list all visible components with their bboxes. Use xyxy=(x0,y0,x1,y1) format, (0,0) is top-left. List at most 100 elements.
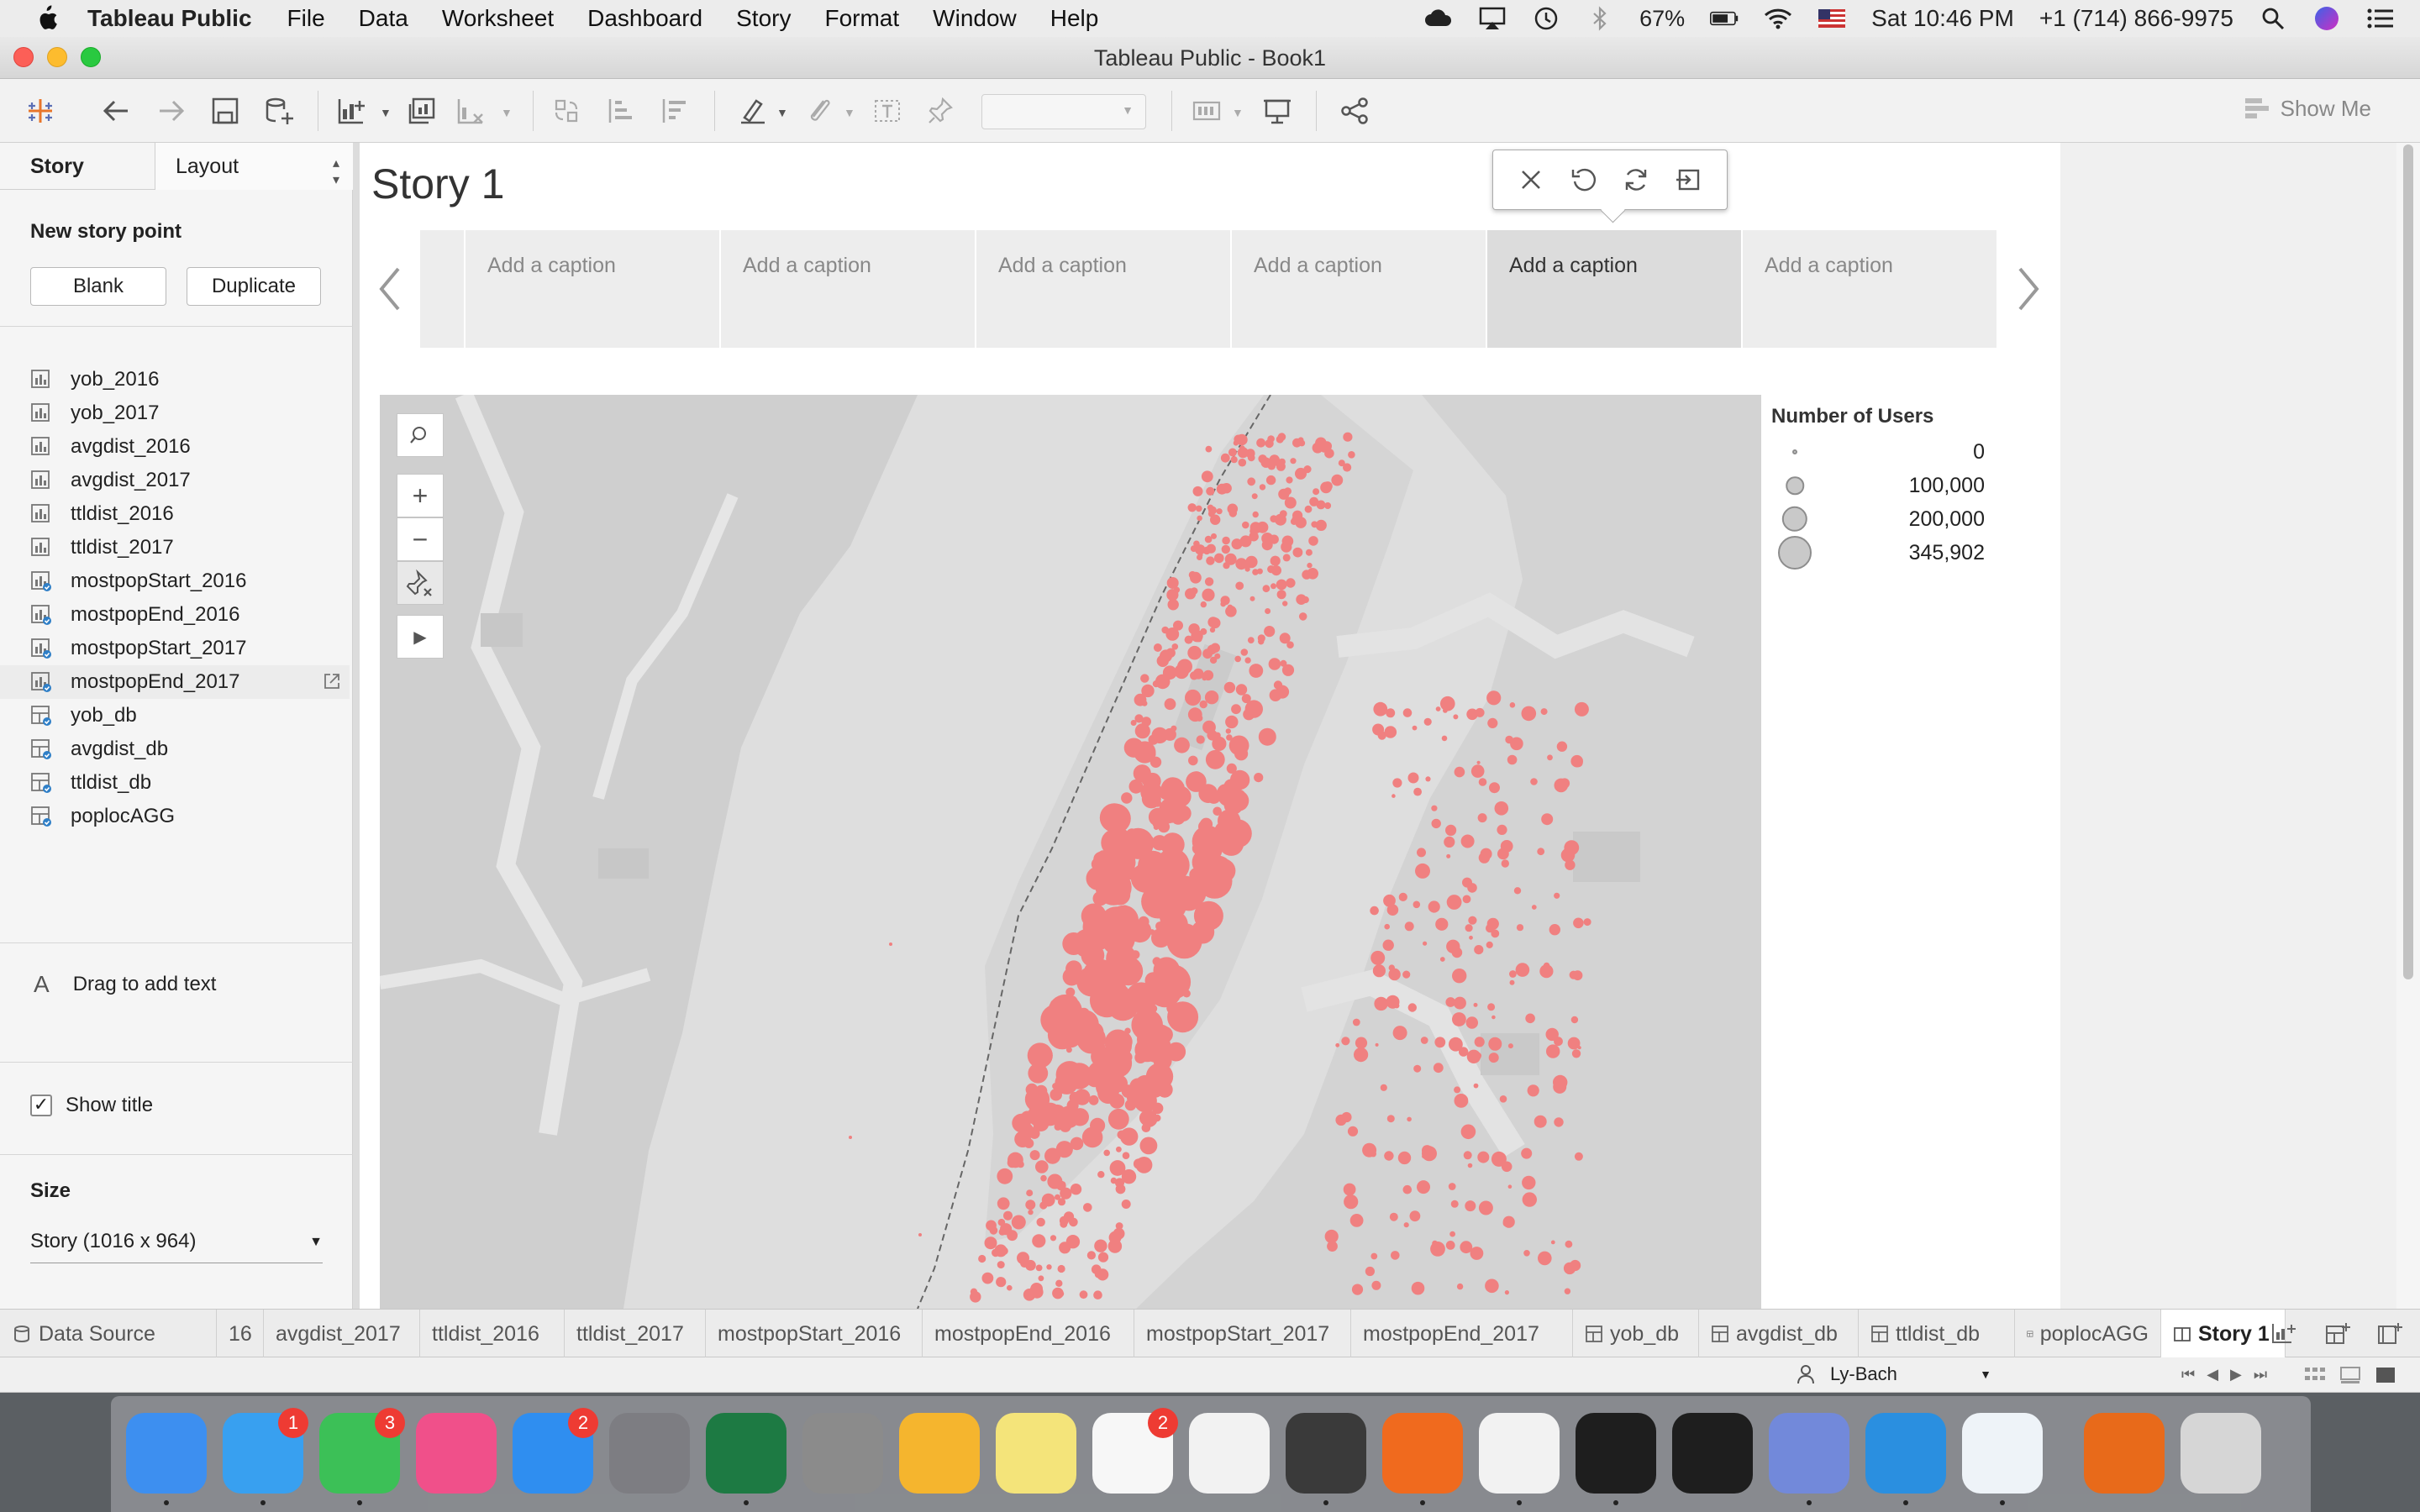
station-bubble[interactable] xyxy=(1465,1200,1476,1212)
station-bubble[interactable] xyxy=(1474,1037,1485,1047)
station-bubble[interactable] xyxy=(1190,571,1202,584)
station-bubble[interactable] xyxy=(1262,585,1270,593)
station-bubble[interactable] xyxy=(1145,835,1154,843)
station-bubble[interactable] xyxy=(1249,531,1259,542)
station-bubble[interactable] xyxy=(1202,675,1207,681)
station-bubble[interactable] xyxy=(1065,1047,1072,1053)
station-bubble[interactable] xyxy=(1118,954,1127,962)
station-bubble[interactable] xyxy=(1279,633,1291,644)
station-bubble[interactable] xyxy=(1497,848,1509,860)
station-bubble[interactable] xyxy=(1103,1149,1110,1157)
station-bubble[interactable] xyxy=(1478,1200,1493,1215)
station-bubble[interactable] xyxy=(1384,923,1390,930)
station-bubble[interactable] xyxy=(1565,1240,1573,1248)
station-bubble[interactable] xyxy=(1434,1037,1446,1048)
station-bubble[interactable] xyxy=(1383,894,1396,907)
siri-icon[interactable] xyxy=(2312,6,2341,31)
station-bubble[interactable] xyxy=(1486,941,1493,948)
chevron-down-icon[interactable]: ▼ xyxy=(844,106,855,119)
station-bubble[interactable] xyxy=(1286,578,1296,588)
station-bubble[interactable] xyxy=(1221,544,1230,554)
station-bubble[interactable] xyxy=(1225,728,1231,734)
station-bubble[interactable] xyxy=(1282,554,1291,562)
station-bubble[interactable] xyxy=(1315,437,1327,449)
chevron-left-icon[interactable] xyxy=(373,262,407,316)
station-bubble[interactable] xyxy=(1221,483,1232,494)
station-bubble[interactable] xyxy=(1453,714,1459,720)
station-bubble[interactable] xyxy=(1055,1071,1078,1095)
station-bubble[interactable] xyxy=(1094,1239,1107,1252)
station-bubble[interactable] xyxy=(1470,764,1485,778)
open-sheet-icon[interactable] xyxy=(323,672,341,690)
station-bubble[interactable] xyxy=(1074,1089,1091,1105)
station-bubble[interactable] xyxy=(1223,562,1230,570)
station-bubble[interactable] xyxy=(1449,1037,1463,1052)
station-bubble[interactable] xyxy=(1204,690,1219,705)
station-bubble[interactable] xyxy=(1196,636,1202,643)
station-bubble[interactable] xyxy=(1200,601,1207,608)
station-bubble[interactable] xyxy=(1206,486,1215,496)
station-bubble[interactable] xyxy=(1211,533,1217,539)
station-bubble[interactable] xyxy=(1213,806,1222,816)
station-bubble[interactable] xyxy=(1155,674,1171,690)
revert-icon[interactable] xyxy=(1570,165,1598,194)
station-bubble[interactable] xyxy=(1124,1099,1137,1111)
station-bubble[interactable] xyxy=(1235,581,1244,591)
station-bubble[interactable] xyxy=(1491,1151,1507,1167)
station-bubble[interactable] xyxy=(1060,1220,1068,1228)
apple-icon[interactable] xyxy=(34,4,59,33)
station-bubble[interactable] xyxy=(1231,538,1243,550)
station-bubble[interactable] xyxy=(1292,438,1302,448)
station-bubble[interactable] xyxy=(1413,900,1421,909)
station-bubble[interactable] xyxy=(1270,583,1276,590)
station-bubble[interactable] xyxy=(1280,659,1287,667)
station-bubble[interactable] xyxy=(1038,1275,1044,1282)
station-bubble[interactable] xyxy=(1122,1152,1130,1159)
new-worksheet-tab-icon[interactable] xyxy=(2270,1321,2297,1347)
station-bubble[interactable] xyxy=(1343,463,1352,472)
station-bubble[interactable] xyxy=(1200,627,1207,635)
chrome-icon[interactable] xyxy=(1479,1413,1560,1505)
story-point-5[interactable]: Add a caption xyxy=(1487,230,1741,348)
station-bubble[interactable] xyxy=(1258,454,1267,464)
station-bubble[interactable] xyxy=(1423,717,1432,726)
station-bubble[interactable] xyxy=(1186,771,1207,792)
station-bubble[interactable] xyxy=(1156,1081,1173,1098)
new-worksheet-icon[interactable] xyxy=(334,94,368,128)
station-bubble[interactable] xyxy=(1564,1288,1571,1294)
station-bubble[interactable] xyxy=(1556,741,1568,752)
slack-icon[interactable] xyxy=(1189,1413,1270,1494)
station-bubble[interactable] xyxy=(1025,1200,1036,1210)
station-bubble[interactable] xyxy=(1097,1252,1109,1263)
station-bubble[interactable] xyxy=(1060,1016,1084,1040)
station-bubble[interactable] xyxy=(1100,848,1124,873)
station-bubble[interactable] xyxy=(1454,1086,1461,1094)
phone-number[interactable]: +1 (714) 866-9975 xyxy=(2039,5,2233,32)
station-bubble[interactable] xyxy=(1197,554,1202,560)
station-bubble[interactable] xyxy=(1265,608,1271,614)
sort-ascending-icon[interactable] xyxy=(603,94,637,128)
station-bubble[interactable] xyxy=(1554,1117,1564,1127)
station-bubble[interactable] xyxy=(1462,877,1472,888)
station-bubble[interactable] xyxy=(1417,1180,1430,1194)
station-bubble[interactable] xyxy=(1323,481,1333,491)
station-bubble[interactable] xyxy=(1446,895,1462,910)
station-bubble[interactable] xyxy=(1537,848,1545,856)
station-bubble[interactable] xyxy=(1570,1016,1579,1024)
station-bubble[interactable] xyxy=(1422,1145,1433,1156)
time-machine-icon[interactable] xyxy=(1532,6,1560,31)
chevron-right-icon[interactable] xyxy=(2012,262,2045,316)
station-bubble[interactable] xyxy=(1497,824,1507,835)
station-bubble[interactable] xyxy=(1412,725,1418,731)
tab-avgdist-2017[interactable]: avgdist_2017 xyxy=(264,1310,420,1358)
bluetooth-icon[interactable] xyxy=(1586,6,1614,31)
station-bubble[interactable] xyxy=(1286,476,1293,484)
menu-help[interactable]: Help xyxy=(1050,5,1099,32)
station-bubble[interactable] xyxy=(1130,950,1140,959)
station-bubble[interactable] xyxy=(1011,1215,1026,1230)
station-bubble[interactable] xyxy=(1086,1251,1096,1260)
station-bubble[interactable] xyxy=(1432,1240,1438,1247)
station-bubble[interactable] xyxy=(1256,438,1265,448)
station-bubble[interactable] xyxy=(1160,649,1172,663)
station-bubble[interactable] xyxy=(1522,1175,1536,1190)
